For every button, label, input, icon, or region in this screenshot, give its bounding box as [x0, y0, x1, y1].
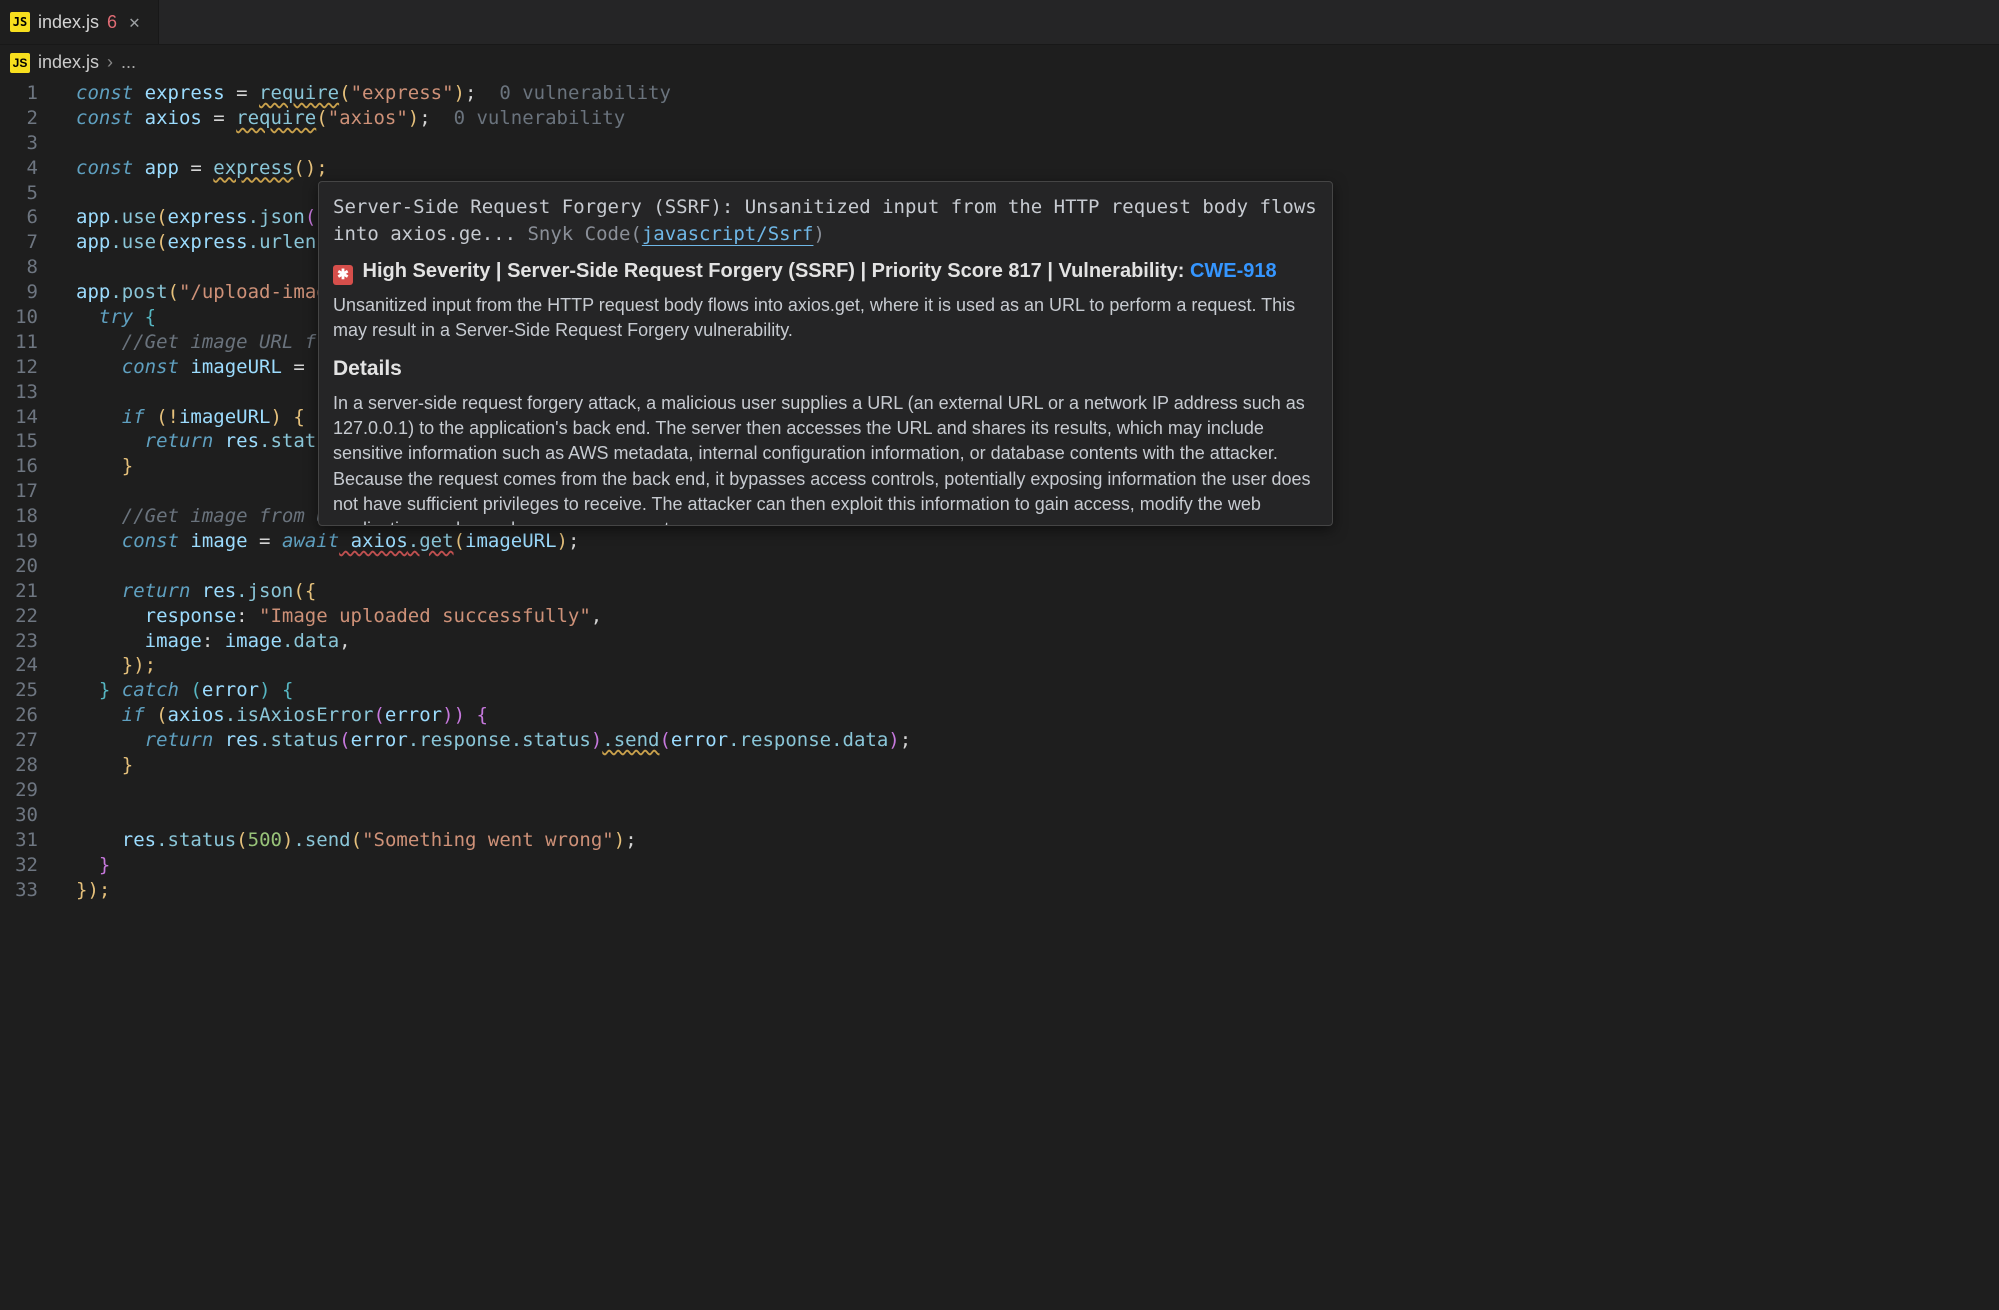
line-number: 3: [0, 131, 38, 156]
code-editor[interactable]: 1234567891011121314151617181920212223242…: [0, 81, 1999, 1310]
line-number: 11: [0, 330, 38, 355]
breadcrumb-filename[interactable]: index.js: [38, 52, 99, 73]
close-icon[interactable]: ✕: [125, 10, 144, 35]
line-number: 16: [0, 454, 38, 479]
line-number: 19: [0, 529, 38, 554]
line-number-gutter: 1234567891011121314151617181920212223242…: [0, 81, 60, 1310]
line-number: 10: [0, 305, 38, 330]
line-number: 23: [0, 629, 38, 654]
diagnostic-hover-popup[interactable]: Server-Side Request Forgery (SSRF): Unsa…: [318, 181, 1333, 526]
js-file-icon: JS: [10, 53, 30, 73]
chevron-right-icon: ›: [107, 52, 113, 73]
tab-bar: JS index.js 6 ✕: [0, 0, 1999, 45]
line-number: 28: [0, 753, 38, 778]
line-number: 5: [0, 181, 38, 206]
severity-line: ✱ High Severity | Server-Side Request Fo…: [333, 257, 1318, 285]
popup-summary: Unsanitized input from the HTTP request …: [333, 293, 1318, 343]
line-number: 4: [0, 156, 38, 181]
snyk-rule-link[interactable]: javascript/Ssrf: [642, 223, 814, 245]
line-number: 24: [0, 653, 38, 678]
line-number: 17: [0, 479, 38, 504]
line-number: 22: [0, 604, 38, 629]
line-number: 18: [0, 504, 38, 529]
popup-header-code: Server-Side Request Forgery (SSRF): Unsa…: [333, 194, 1318, 247]
high-severity-icon: ✱: [333, 265, 353, 285]
breadcrumb: JS index.js › ...: [0, 45, 1999, 81]
popup-details: In a server-side request forgery attack,…: [333, 391, 1318, 526]
line-number: 12: [0, 355, 38, 380]
line-number: 9: [0, 280, 38, 305]
line-number: 2: [0, 106, 38, 131]
line-number: 20: [0, 554, 38, 579]
line-number: 13: [0, 380, 38, 405]
tab-index-js[interactable]: JS index.js 6 ✕: [0, 0, 159, 44]
line-number: 29: [0, 778, 38, 803]
line-number: 27: [0, 728, 38, 753]
line-number: 31: [0, 828, 38, 853]
line-number: 30: [0, 803, 38, 828]
line-number: 15: [0, 429, 38, 454]
details-heading: Details: [333, 354, 1318, 383]
cwe-link[interactable]: CWE-918: [1190, 260, 1277, 282]
line-number: 25: [0, 678, 38, 703]
line-number: 7: [0, 230, 38, 255]
line-number: 32: [0, 853, 38, 878]
line-number: 21: [0, 579, 38, 604]
breadcrumb-more[interactable]: ...: [121, 52, 136, 73]
line-number: 6: [0, 205, 38, 230]
line-number: 8: [0, 255, 38, 280]
line-number: 1: [0, 81, 38, 106]
tab-filename: index.js: [38, 12, 99, 33]
line-number: 33: [0, 878, 38, 903]
js-file-icon: JS: [10, 12, 30, 32]
tab-problem-count: 6: [107, 12, 117, 33]
line-number: 26: [0, 703, 38, 728]
line-number: 14: [0, 405, 38, 430]
